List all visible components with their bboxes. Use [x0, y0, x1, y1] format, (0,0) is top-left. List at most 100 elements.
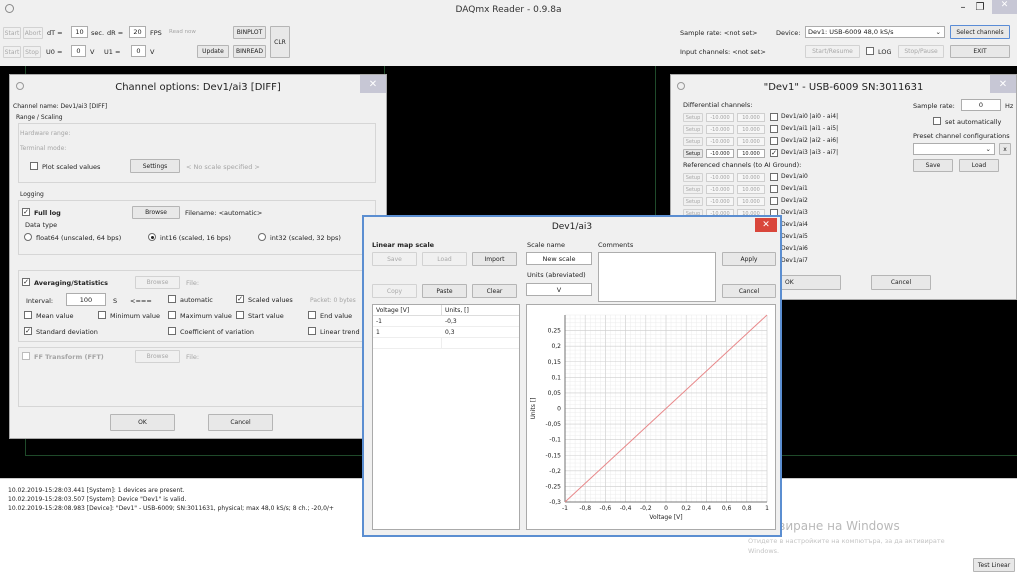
device-cancel-button[interactable]: Cancel [871, 275, 931, 290]
dr-input[interactable]: 20 [129, 26, 146, 38]
column-header[interactable]: Voltage [V] [376, 307, 409, 314]
mean-checkbox[interactable] [24, 311, 32, 319]
min-input[interactable]: -10.000 [706, 125, 734, 134]
scale-load-button[interactable]: Load [422, 252, 467, 266]
stop-pause-button[interactable]: Stop/Pause [898, 45, 944, 58]
setup-button[interactable]: Setup [683, 173, 703, 182]
browse3-button[interactable]: Browse [135, 350, 180, 363]
channel-checkbox[interactable] [770, 173, 778, 181]
close-icon[interactable]: ✕ [755, 218, 777, 232]
start-resume-button[interactable]: Start/Resume [805, 45, 860, 58]
update-button[interactable]: Update [197, 45, 229, 58]
averaging-checkbox[interactable]: ✓ [22, 278, 30, 286]
paste-button[interactable]: Paste [422, 284, 467, 298]
linear-trend-checkbox[interactable] [308, 327, 316, 335]
scale-cancel-button[interactable]: Cancel [722, 284, 776, 298]
fft-checkbox[interactable] [22, 352, 30, 360]
max-checkbox[interactable] [168, 311, 176, 319]
max-input[interactable]: 10.000 [737, 149, 765, 158]
automatic-checkbox[interactable] [168, 295, 176, 303]
ok-button[interactable]: OK [110, 414, 175, 431]
min-input[interactable]: -10.000 [706, 185, 734, 194]
min-checkbox[interactable] [98, 311, 106, 319]
test-linear-button[interactable]: Test Linear [973, 558, 1015, 572]
float64-radio[interactable] [24, 233, 32, 241]
close-icon[interactable]: ✕ [360, 75, 386, 93]
u1-input[interactable]: 0 [131, 45, 146, 57]
binread-button[interactable]: BINREAD [233, 45, 266, 58]
int32-radio[interactable] [258, 233, 266, 241]
std-checkbox[interactable]: ✓ [24, 327, 32, 335]
import-button[interactable]: Import [472, 252, 517, 266]
channel-checkbox[interactable]: ✓ [770, 149, 778, 157]
comments-textarea[interactable] [598, 252, 716, 302]
scale-save-button[interactable]: Save [372, 252, 417, 266]
save-preset-button[interactable]: Save [913, 159, 953, 172]
coef-checkbox[interactable] [168, 327, 176, 335]
interval-input[interactable]: 100 [66, 293, 106, 306]
clear-button[interactable]: Clear [472, 284, 517, 298]
voltage-cell[interactable]: -1 [376, 318, 382, 325]
channel-checkbox[interactable] [770, 197, 778, 205]
setup-button[interactable]: Setup [683, 197, 703, 206]
browse2-button[interactable]: Browse [135, 276, 180, 289]
max-input[interactable]: 10.000 [737, 137, 765, 146]
minimize-icon[interactable]: – [956, 2, 970, 16]
setup-button[interactable]: Setup [683, 149, 703, 158]
u0-input[interactable]: 0 [71, 45, 86, 57]
load-preset-button[interactable]: Load [959, 159, 999, 172]
min-input[interactable]: -10.000 [706, 197, 734, 206]
clr-button[interactable]: CLR [270, 26, 290, 58]
table-row[interactable]: -1 -0,3 [373, 316, 519, 327]
cancel-button[interactable]: Cancel [208, 414, 273, 431]
units-cell[interactable]: -0,3 [445, 318, 457, 325]
setup-button[interactable]: Setup [683, 113, 703, 122]
select-channels-button[interactable]: Select channels [950, 25, 1010, 39]
int16-radio[interactable] [148, 233, 156, 241]
setup-button[interactable]: Setup [683, 185, 703, 194]
channel-checkbox[interactable] [770, 185, 778, 193]
full-log-checkbox[interactable]: ✓ [22, 208, 30, 216]
plot-scaled-checkbox[interactable] [30, 162, 38, 170]
min-input[interactable]: -10.000 [706, 149, 734, 158]
start-button[interactable]: Start [3, 27, 21, 39]
device-select[interactable]: Dev1: USB-6009 48,0 kS/s ⌄ [805, 26, 945, 38]
exit-button[interactable]: EXIT [950, 45, 1010, 58]
table-row[interactable]: 1 0,3 [373, 327, 519, 338]
min-input[interactable]: -10.000 [706, 113, 734, 122]
channel-checkbox[interactable] [770, 137, 778, 145]
channel-checkbox[interactable] [770, 113, 778, 121]
scale-table[interactable]: Voltage [V] Units, [] -1 -0,3 1 0,3 [372, 304, 520, 530]
scaled-values-checkbox[interactable]: ✓ [236, 295, 244, 303]
device-ok-button[interactable]: OK [781, 275, 841, 290]
setup-button[interactable]: Setup [683, 137, 703, 146]
column-header[interactable]: Units, [] [445, 307, 469, 314]
preset-select[interactable]: ⌄ [913, 143, 995, 155]
end-value-checkbox[interactable] [308, 311, 316, 319]
units-input[interactable]: V [526, 283, 592, 296]
binplot-button[interactable]: BINPLOT [233, 26, 266, 39]
copy-button[interactable]: Copy [372, 284, 417, 298]
min-input[interactable]: -10.000 [706, 137, 734, 146]
sample-rate-input[interactable]: 0 [961, 99, 1001, 111]
setup-button[interactable]: Setup [683, 125, 703, 134]
read-now-button[interactable]: Read now [169, 29, 196, 35]
stop-button[interactable]: Stop [23, 46, 41, 58]
set-auto-checkbox[interactable] [933, 117, 941, 125]
log-checkbox[interactable] [866, 47, 874, 55]
maximize-icon[interactable]: ❐ [973, 2, 987, 16]
max-input[interactable]: 10.000 [737, 173, 765, 182]
start-value-checkbox[interactable] [236, 311, 244, 319]
preset-delete-button[interactable]: x [999, 143, 1011, 155]
dt-input[interactable]: 10 [71, 26, 88, 38]
scale-name-input[interactable]: New scale [526, 252, 592, 265]
channel-checkbox[interactable] [770, 125, 778, 133]
units-cell[interactable]: 0,3 [445, 329, 455, 336]
settings-button[interactable]: Settings [130, 159, 180, 173]
close-icon[interactable]: ✕ [990, 75, 1016, 93]
max-input[interactable]: 10.000 [737, 185, 765, 194]
start2-button[interactable]: Start [3, 46, 21, 58]
max-input[interactable]: 10.000 [737, 197, 765, 206]
abort-button[interactable]: Abort [23, 27, 43, 39]
apply-button[interactable]: Apply [722, 252, 776, 266]
